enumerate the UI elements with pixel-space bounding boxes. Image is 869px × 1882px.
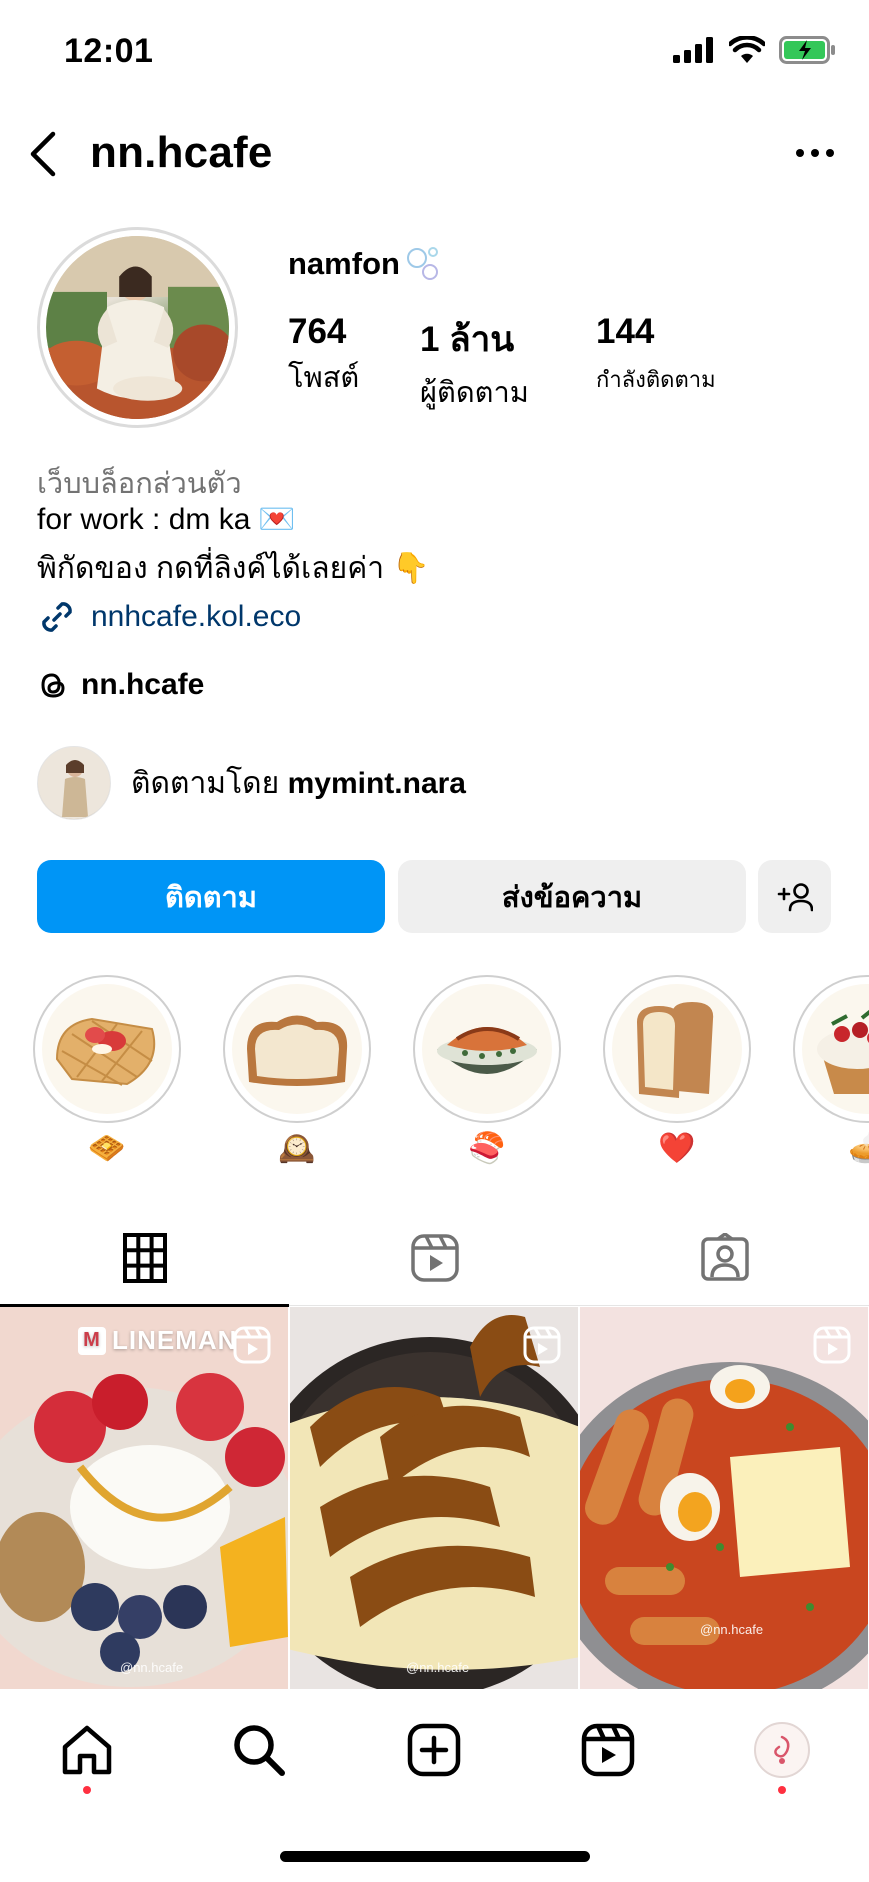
posts-grid: M LINEMAN @nn.hcafe @nn.hcafe @nn.hcafe	[0, 1307, 869, 1689]
reel-indicator-icon	[233, 1326, 271, 1364]
message-button[interactable]: ส่งข้อความ	[398, 860, 746, 933]
link-icon	[42, 602, 72, 632]
home-indicator[interactable]	[280, 1851, 590, 1862]
status-bar: 12:01	[0, 0, 869, 110]
home-notification-dot	[83, 1786, 91, 1794]
lineman-badge-text: LINEMAN	[112, 1325, 238, 1355]
nav-profile[interactable]	[750, 1718, 814, 1782]
reels-icon	[581, 1723, 635, 1777]
profile-notification-dot	[778, 1786, 786, 1794]
post-tile[interactable]: @nn.hcafe	[290, 1307, 578, 1689]
tab-tagged[interactable]	[580, 1210, 869, 1306]
bread-icon	[247, 1015, 348, 1086]
chevron-left-icon	[30, 131, 56, 177]
status-time: 12:01	[64, 32, 154, 70]
stat-followers-label: ผู้ติดตาม	[420, 377, 529, 409]
tab-reels[interactable]	[290, 1210, 579, 1306]
create-post-icon	[407, 1723, 461, 1777]
stat-followers-value: 1 ล้าน	[420, 320, 515, 359]
cupcake-icon	[817, 1009, 869, 1094]
reel-indicator-icon	[813, 1326, 851, 1364]
highlight-salmon-bowl[interactable]: 🍣	[413, 975, 561, 1169]
bio-category: เว็บบล็อกส่วนตัว	[37, 468, 242, 500]
highlight-label: 🕰️	[278, 1132, 316, 1165]
header-username: nn.hcafe	[90, 128, 273, 177]
stat-followers[interactable]: 1 ล้าน ผู้ติดตาม	[420, 312, 529, 415]
add-person-icon	[777, 882, 813, 911]
home-icon	[62, 1725, 112, 1775]
stat-posts-value: 764	[288, 312, 347, 351]
wifi-icon	[729, 36, 765, 63]
bubbles-icon	[406, 247, 438, 280]
bio-line-1-text: for work : dm ka	[37, 502, 251, 536]
post-watermark: @nn.hcafe	[406, 1660, 470, 1675]
profile-tabs	[0, 1210, 869, 1307]
bio-line-1: for work : dm ka 💌	[37, 502, 296, 537]
more-horizontal-icon	[796, 149, 834, 157]
highlight-cupcake[interactable]: 🥧	[793, 975, 869, 1169]
post-watermark: @nn.hcafe	[120, 1660, 184, 1675]
highlight-label: 🥧	[848, 1132, 869, 1165]
bio-line-2-text: พิกัดของ กดที่ลิงค์ได้เลยค่า	[37, 552, 385, 585]
threads-icon	[41, 673, 65, 698]
reels-icon	[410, 1234, 459, 1282]
highlight-toast[interactable]: ❤️	[603, 975, 751, 1169]
post-tile[interactable]: @nn.hcafe	[580, 1307, 868, 1689]
love-letter-icon: 💌	[258, 503, 296, 536]
follower-avatar	[37, 746, 111, 820]
stat-posts-label: โพสต์	[288, 362, 360, 394]
status-icons	[673, 36, 837, 64]
search-icon	[234, 1725, 285, 1776]
followed-by-text: ติดตามโดย mymint.nara	[131, 760, 466, 807]
highlight-bread[interactable]: 🕰️	[223, 975, 371, 1169]
display-name-text: namfon	[288, 246, 400, 281]
nav-create[interactable]	[402, 1718, 466, 1782]
battery-charging-icon	[779, 36, 835, 64]
profile-photo	[46, 236, 229, 419]
tagged-person-icon	[700, 1233, 749, 1281]
nav-reels[interactable]	[576, 1718, 640, 1782]
salmon-bowl-icon	[437, 1027, 537, 1074]
grid-icon	[122, 1233, 167, 1283]
lineman-logo-icon: M	[78, 1326, 106, 1355]
followed-by-prefix: ติดตามโดย	[131, 766, 280, 800]
highlight-waffle[interactable]: 🧇	[33, 975, 181, 1169]
back-button[interactable]	[18, 126, 68, 182]
toast-icon	[637, 1002, 714, 1098]
bio-line-2: พิกัดของ กดที่ลิงค์ได้เลยค่า 👇	[37, 545, 430, 592]
lineman-badge: M LINEMAN	[78, 1325, 237, 1356]
nav-home[interactable]	[55, 1718, 119, 1782]
stat-following-value: 144	[596, 312, 655, 351]
profile-avatar-icon	[754, 1722, 810, 1778]
followed-by-username: mymint.nara	[287, 766, 466, 800]
post-tile[interactable]: M LINEMAN @nn.hcafe	[0, 1307, 288, 1689]
highlight-label: 🍣	[468, 1132, 506, 1165]
highlight-label: ❤️	[658, 1132, 696, 1165]
stat-following-label: กำลังติดตาม	[596, 367, 716, 392]
display-name: namfon	[288, 244, 442, 284]
cellular-signal-icon	[673, 37, 713, 63]
follow-button[interactable]: ติดตาม	[37, 860, 385, 933]
suggested-users-button[interactable]	[758, 860, 831, 933]
more-options-button[interactable]	[787, 130, 843, 176]
stat-posts[interactable]: 764 โพสต์	[288, 312, 359, 400]
threads-handle: nn.hcafe	[81, 668, 205, 701]
waffle-icon	[55, 1017, 156, 1086]
bio-link[interactable]: nnhcafe.kol.eco	[37, 597, 301, 637]
profile-avatar[interactable]	[37, 227, 238, 428]
followed-by[interactable]: ติดตามโดย mymint.nara	[37, 746, 466, 820]
reel-indicator-icon	[523, 1326, 561, 1364]
bio-link-text: nnhcafe.kol.eco	[91, 600, 302, 633]
post-watermark: @nn.hcafe	[700, 1622, 764, 1637]
highlight-label: 🧇	[88, 1132, 126, 1165]
nav-search[interactable]	[227, 1718, 291, 1782]
pointing-down-icon: 👇	[392, 552, 430, 585]
profile-header: nn.hcafe	[0, 118, 869, 188]
story-highlights: 🧇 🕰️ 🍣 ❤️ 🥧	[0, 975, 869, 1175]
tab-posts-grid[interactable]	[0, 1210, 289, 1307]
stat-following[interactable]: 144 กำลังติดตาม	[596, 312, 716, 397]
threads-badge[interactable]: nn.hcafe	[37, 668, 204, 702]
